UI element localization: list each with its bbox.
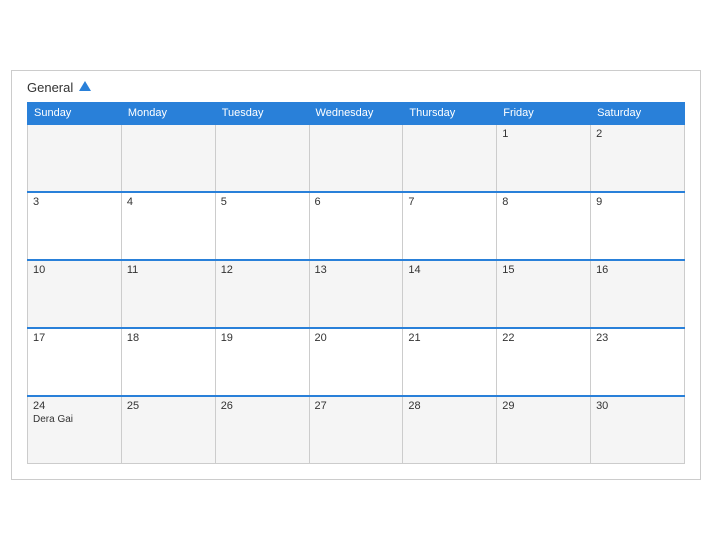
calendar-cell: 2 (591, 124, 685, 192)
day-number: 17 (33, 332, 116, 344)
day-number: 8 (502, 196, 585, 208)
calendar-cell: 8 (497, 192, 591, 260)
header-monday: Monday (121, 102, 215, 124)
day-number: 20 (315, 332, 398, 344)
day-number: 19 (221, 332, 304, 344)
day-number: 27 (315, 400, 398, 412)
calendar-thead: Sunday Monday Tuesday Wednesday Thursday… (28, 102, 685, 124)
calendar-cell: 28 (403, 396, 497, 464)
calendar-cell: 15 (497, 260, 591, 328)
calendar-week-row: 12 (28, 124, 685, 192)
day-number: 22 (502, 332, 585, 344)
calendar-cell: 13 (309, 260, 403, 328)
logo-triangle-icon (79, 81, 91, 91)
header-sunday: Sunday (28, 102, 122, 124)
day-number: 25 (127, 400, 210, 412)
header-wednesday: Wednesday (309, 102, 403, 124)
day-number: 7 (408, 196, 491, 208)
event-text: Dera Gai (33, 414, 116, 425)
calendar-cell (309, 124, 403, 192)
calendar-cell: 17 (28, 328, 122, 396)
day-number: 1 (502, 128, 585, 140)
calendar-week-row: 10 11 12 13 14 15 16 (28, 260, 685, 328)
calendar-cell: 10 (28, 260, 122, 328)
day-number: 12 (221, 264, 304, 276)
calendar-cell: 18 (121, 328, 215, 396)
calendar-cell: 26 (215, 396, 309, 464)
calendar-cell: 27 (309, 396, 403, 464)
calendar-cell: 12 (215, 260, 309, 328)
calendar-cell: 25 (121, 396, 215, 464)
day-number: 4 (127, 196, 210, 208)
calendar-cell: 16 (591, 260, 685, 328)
calendar-cell: 11 (121, 260, 215, 328)
day-number: 11 (127, 264, 210, 276)
calendar-cell: 19 (215, 328, 309, 396)
calendar-cell: 6 (309, 192, 403, 260)
day-number: 26 (221, 400, 304, 412)
calendar-cell: 22 (497, 328, 591, 396)
calendar-cell: 20 (309, 328, 403, 396)
calendar-body: 123456789101112131415161718192021222324D… (28, 124, 685, 464)
calendar-header: General (27, 81, 685, 94)
day-number: 10 (33, 264, 116, 276)
calendar-cell (28, 124, 122, 192)
day-number: 3 (33, 196, 116, 208)
day-number: 2 (596, 128, 679, 140)
calendar-cell (403, 124, 497, 192)
day-number: 23 (596, 332, 679, 344)
calendar-cell (121, 124, 215, 192)
day-number: 15 (502, 264, 585, 276)
day-number: 24 (33, 400, 116, 412)
calendar-container: General Sunday Monday Tuesday Wednesday … (11, 70, 701, 481)
calendar-table: Sunday Monday Tuesday Wednesday Thursday… (27, 102, 685, 465)
calendar-cell: 1 (497, 124, 591, 192)
calendar-cell: 3 (28, 192, 122, 260)
day-number: 28 (408, 400, 491, 412)
calendar-cell (215, 124, 309, 192)
calendar-cell: 4 (121, 192, 215, 260)
day-number: 30 (596, 400, 679, 412)
calendar-week-row: 24 Dera Gai 25 26 27 28 29 30 (28, 396, 685, 464)
calendar-cell: 21 (403, 328, 497, 396)
calendar-cell: 30 (591, 396, 685, 464)
calendar-cell: 24 Dera Gai (28, 396, 122, 464)
header-thursday: Thursday (403, 102, 497, 124)
day-number: 13 (315, 264, 398, 276)
day-number: 9 (596, 196, 679, 208)
calendar-week-row: 3456789 (28, 192, 685, 260)
calendar-cell: 7 (403, 192, 497, 260)
calendar-cell: 9 (591, 192, 685, 260)
logo-general-text: General (27, 81, 91, 94)
day-number: 18 (127, 332, 210, 344)
calendar-cell: 23 (591, 328, 685, 396)
weekday-header-row: Sunday Monday Tuesday Wednesday Thursday… (28, 102, 685, 124)
day-number: 14 (408, 264, 491, 276)
header-saturday: Saturday (591, 102, 685, 124)
header-friday: Friday (497, 102, 591, 124)
day-number: 29 (502, 400, 585, 412)
day-number: 21 (408, 332, 491, 344)
day-number: 16 (596, 264, 679, 276)
logo: General (27, 81, 91, 94)
calendar-week-row: 17 18 19 20 21 22 23 (28, 328, 685, 396)
calendar-cell: 5 (215, 192, 309, 260)
day-number: 5 (221, 196, 304, 208)
calendar-cell: 29 (497, 396, 591, 464)
day-number: 6 (315, 196, 398, 208)
header-tuesday: Tuesday (215, 102, 309, 124)
calendar-cell: 14 (403, 260, 497, 328)
